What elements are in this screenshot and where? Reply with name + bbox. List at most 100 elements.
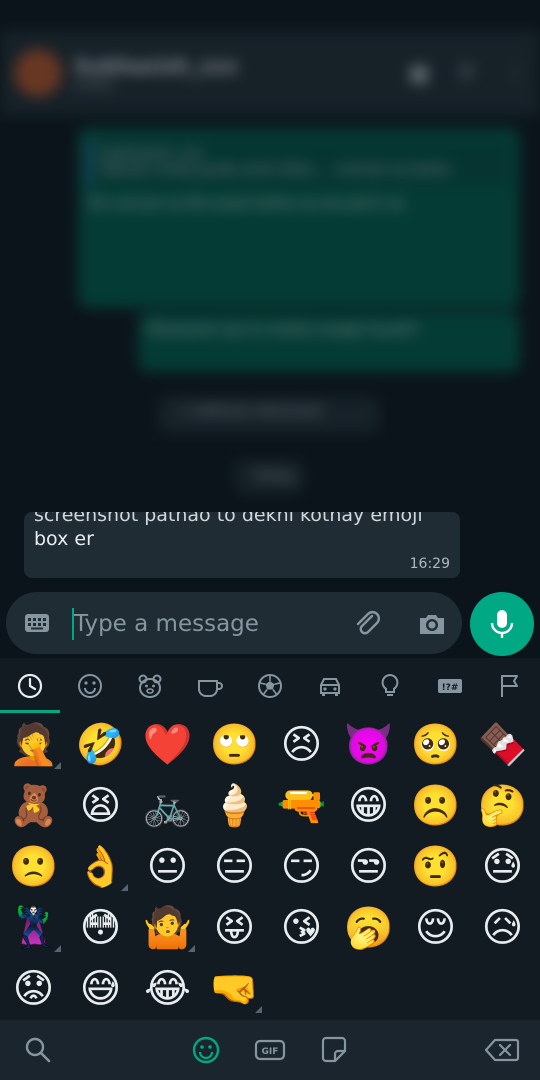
tab-activity[interactable] — [240, 658, 300, 714]
phone-icon: ✆ — [457, 60, 476, 86]
emoji-key[interactable]: 😏 — [268, 836, 335, 897]
keyboard-bottom-bar: GIF — [0, 1020, 540, 1080]
animals-icon — [138, 674, 162, 698]
message-text: Ok normal na file asset kotha na ota pit… — [88, 196, 404, 212]
quoted-author: Subhasish_xxx — [100, 146, 204, 162]
emoji-key[interactable]: 😥 — [469, 897, 536, 958]
mic-button[interactable] — [470, 592, 534, 656]
emoji-key[interactable]: 🙄 — [201, 714, 268, 775]
emoji-key[interactable]: 😟 — [0, 958, 67, 1019]
activity-icon — [258, 674, 282, 698]
emoji-key[interactable]: 🤔 — [469, 775, 536, 836]
emoji-key[interactable]: 🤣 — [67, 714, 134, 775]
chat-header: Subhasish_xxx online ■ ✆ ⋮ — [0, 30, 540, 116]
emoji-key[interactable]: 😓 — [469, 836, 536, 897]
emoji-row: 🙁 👌 😐 😑 😏 😒 🤨 😓 — [0, 836, 540, 897]
contact-status: online — [74, 77, 114, 93]
emoji-key[interactable]: 😁 — [335, 775, 402, 836]
emoji-key[interactable]: 🧸 — [0, 775, 67, 836]
emoji-row: 🧸 😫 🚲 🍦 🔫 😁 ☹️ 🤔 — [0, 775, 540, 836]
emoji-key[interactable]: 😒 — [335, 836, 402, 897]
gif-icon[interactable]: GIF — [254, 1034, 286, 1066]
smileys-icon — [78, 674, 102, 698]
tab-objects[interactable] — [360, 658, 420, 714]
emoji-key[interactable]: 🦹 — [0, 897, 67, 958]
emoji-row: 😟 😅 😂 🤜 — [0, 958, 540, 1019]
blurred-chat-background: Subhasish_xxx online ■ ✆ ⋮ Subhasish_xxx… — [0, 0, 540, 540]
emoji-key[interactable]: 🔫 — [268, 775, 335, 836]
message-text: box er — [34, 528, 94, 550]
emoji-key[interactable]: ❤️ — [134, 714, 201, 775]
emoji-key[interactable]: 😳 — [67, 897, 134, 958]
emoji-key[interactable]: 🙁 — [0, 836, 67, 897]
flags-icon — [501, 675, 518, 697]
emoji-row: 🦹 😳 🤷 😝 😘 🥱 😌 😥 — [0, 897, 540, 958]
contact-name: Subhasish_xxx — [74, 53, 239, 78]
emoji-key[interactable]: 🤦 — [0, 714, 67, 775]
date-pill: Today — [234, 460, 304, 494]
message-text-partial: screenshot pathao to dekhi kothay emoji — [34, 512, 423, 526]
sent-message: Subhasish_xxx Tabular emoji guide ache l… — [78, 128, 520, 308]
app-root: Subhasish_xxx online ■ ✆ ⋮ Subhasish_xxx… — [0, 0, 540, 1080]
emoji-key[interactable]: 😝 — [201, 897, 268, 958]
status-bar — [0, 0, 540, 30]
emoji-key[interactable]: 😅 — [67, 958, 134, 1019]
food-icon — [198, 680, 223, 697]
emoji-tab-icon[interactable] — [190, 1034, 222, 1066]
emoji-key[interactable]: 😑 — [201, 836, 268, 897]
emoji-key[interactable]: 😘 — [268, 897, 335, 958]
emoji-key[interactable]: 🤷 — [134, 897, 201, 958]
emoji-key[interactable]: 👿 — [335, 714, 402, 775]
sent-message: Ekhanerer kp tt e kotha rangeli lavalli? — [138, 312, 520, 372]
tab-recent[interactable] — [0, 658, 60, 714]
mic-icon — [490, 610, 514, 638]
more-icon: ⋮ — [504, 60, 526, 86]
objects-icon — [381, 673, 399, 696]
quoted-message: Subhasish_xxx Tabular emoji guide ache l… — [88, 138, 510, 186]
emoji-key[interactable]: 🥺 — [402, 714, 469, 775]
emoji-key[interactable]: 🚲 — [134, 775, 201, 836]
svg-text:GIF: GIF — [262, 1047, 279, 1057]
search-icon[interactable] — [22, 1034, 54, 1066]
keyboard-icon[interactable] — [24, 611, 50, 635]
tab-animals[interactable] — [120, 658, 180, 714]
avatar — [14, 49, 62, 97]
emoji-row: 🤦 🤣 ❤️ 🙄 😣 👿 🥺 🍫 — [0, 714, 540, 775]
emoji-key[interactable]: ☹️ — [402, 775, 469, 836]
active-tab-indicator — [0, 710, 60, 713]
composer: Type a message — [0, 590, 540, 658]
emoji-key[interactable]: 😫 — [67, 775, 134, 836]
emoji-key[interactable]: 😌 — [402, 897, 469, 958]
unread-pill: 1 UNREAD MESSAGE — [158, 396, 380, 434]
emoji-key[interactable]: 😣 — [268, 714, 335, 775]
emoji-key[interactable]: 😐 — [134, 836, 201, 897]
sticker-icon[interactable] — [318, 1034, 350, 1066]
emoji-key[interactable]: 😂 — [134, 958, 201, 1019]
attach-icon[interactable] — [352, 608, 384, 640]
camera-icon[interactable] — [416, 608, 448, 640]
message-text: Ekhanerer kp tt e kotha rangeli lavalli? — [148, 322, 420, 338]
tab-smileys[interactable] — [60, 658, 120, 714]
emoji-key[interactable]: 🤨 — [402, 836, 469, 897]
emoji-panel: !?# 🤦 🤣 ❤️ 🙄 😣 👿 🥺 🍫 🧸 😫 🚲 🍦 🔫 😁 ☹️ 🤔 🙁 👌 😐 😑 😏 😒 🤨 😓 🦹 😳 🤷 😝 😘 🥱 😌 😥 😟 😅… — [0, 658, 540, 1080]
received-message[interactable]: screenshot pathao to dekhi kothay emoji … — [24, 512, 460, 578]
video-call-icon: ■ — [408, 60, 430, 86]
tab-flags[interactable] — [480, 658, 540, 714]
backspace-icon[interactable] — [484, 1034, 520, 1066]
tab-travel[interactable] — [300, 658, 360, 714]
emoji-category-tabs: !?# — [0, 658, 540, 714]
message-input-container[interactable]: Type a message — [6, 592, 462, 654]
tab-food[interactable] — [180, 658, 240, 714]
emoji-key[interactable]: 🍫 — [469, 714, 536, 775]
emoji-grid: 🤦 🤣 ❤️ 🙄 😣 👿 🥺 🍫 🧸 😫 🚲 🍦 🔫 😁 ☹️ 🤔 🙁 👌 😐 😑 😏 😒 🤨 😓 🦹 😳 🤷 😝 😘 🥱 😌 😥 😟 😅 😂 🤜 — [0, 714, 540, 1019]
emoji-key[interactable]: 👌 — [67, 836, 134, 897]
symbols-icon: !?# — [438, 679, 462, 693]
tab-symbols[interactable]: !?# — [420, 658, 480, 714]
emoji-key[interactable]: 🍦 — [201, 775, 268, 836]
emoji-key[interactable]: 🤜 — [201, 958, 268, 1019]
svg-text:!?#: !?# — [442, 683, 459, 693]
quoted-text: Tabular emoji guide ache likha ... norma… — [100, 162, 451, 178]
emoji-key[interactable]: 🥱 — [335, 897, 402, 958]
recent-icon — [17, 673, 43, 699]
message-input[interactable]: Type a message — [74, 611, 259, 637]
